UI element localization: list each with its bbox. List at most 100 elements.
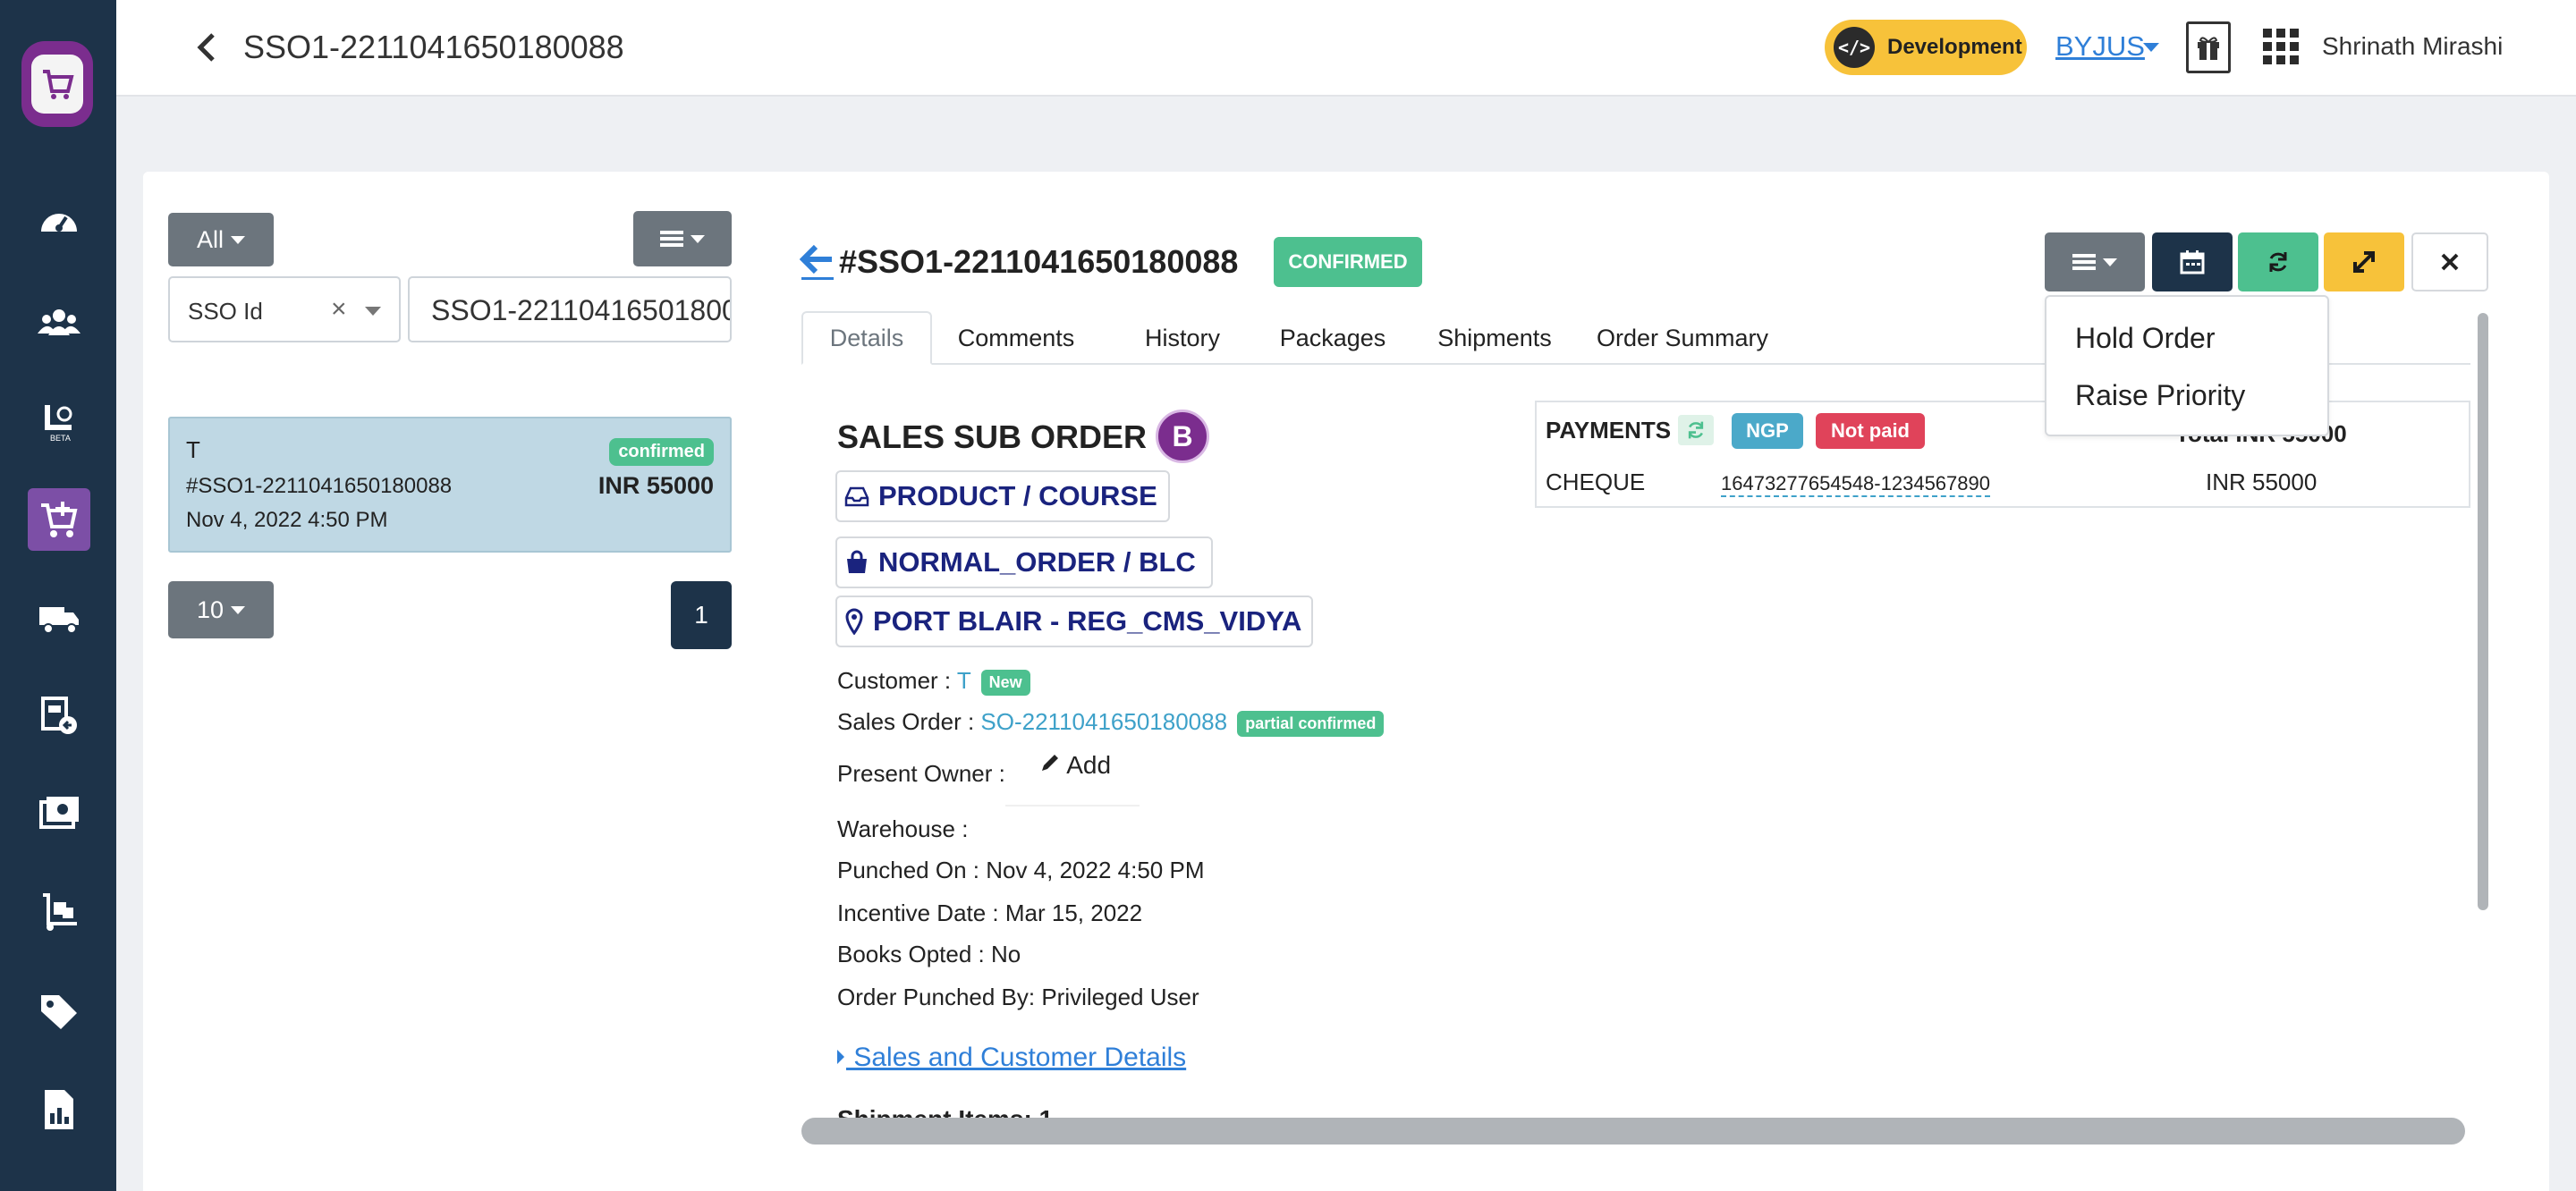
tab-details[interactable]: Details — [801, 311, 932, 365]
owner-divider — [1005, 805, 1140, 807]
svg-text:BETA: BETA — [50, 434, 71, 443]
caret-down-icon[interactable] — [365, 307, 381, 316]
sidebar: BETA — [0, 0, 116, 1191]
calendar-button[interactable] — [2152, 232, 2233, 291]
app-logo[interactable] — [21, 41, 93, 127]
beta-course-icon[interactable]: BETA — [28, 390, 90, 452]
sales-order-status-badge: partial confirmed — [1237, 710, 1385, 737]
back-chevron-icon[interactable] — [188, 27, 224, 68]
tab-packages[interactable]: Packages — [1270, 311, 1395, 365]
order-type-label: NORMAL_ORDER / BLC — [878, 546, 1196, 578]
brand-badge: B — [1156, 410, 1209, 463]
caret-down-icon — [2103, 258, 2117, 266]
section-title: SALES SUB ORDER — [837, 418, 1148, 455]
environment-badge[interactable]: </> Development — [1825, 20, 2027, 75]
warehouse-field: Warehouse : — [837, 815, 969, 842]
customer-field: Customer : T New — [837, 667, 1030, 696]
incentive-date-field: Incentive Date : Mar 15, 2022 — [837, 900, 1143, 926]
status-badge: CONFIRMED — [1274, 237, 1422, 287]
status-badge: confirmed — [609, 438, 714, 466]
sales-order-field: Sales Order : SO-2211041650180088 partia… — [837, 708, 1385, 737]
expand-icon — [2353, 251, 2375, 273]
tab-shipments[interactable]: Shipments — [1428, 311, 1562, 365]
arrow-back-icon[interactable] — [799, 243, 835, 287]
caret-right-icon — [837, 1050, 844, 1064]
close-button[interactable] — [2411, 232, 2488, 291]
cart-icon[interactable] — [28, 488, 90, 551]
tab-history[interactable]: History — [1129, 311, 1236, 365]
actions-menu-button[interactable] — [2045, 232, 2145, 291]
clear-icon[interactable]: × — [331, 294, 347, 325]
order-heading: #SSO1-2211041650180088 — [839, 243, 1239, 280]
inbox-icon — [844, 486, 869, 507]
search-input[interactable]: SSO1-2211041650180088 — [408, 276, 732, 342]
users-icon[interactable] — [28, 291, 90, 354]
order-id: #SSO1-2211041650180088 — [186, 474, 453, 498]
add-owner-button[interactable]: Add — [1039, 751, 1111, 780]
add-label: Add — [1066, 751, 1112, 779]
money-icon[interactable] — [28, 783, 90, 846]
code-icon: </> — [1834, 27, 1875, 68]
hold-order-menu-item[interactable]: Hold Order — [2075, 322, 2216, 355]
shopping-bag-icon — [847, 550, 867, 573]
report-icon[interactable] — [28, 1078, 90, 1141]
expand-button[interactable] — [2324, 232, 2404, 291]
search-field-select[interactable]: SSO Id × — [168, 276, 401, 342]
user-name[interactable]: Shrinath Mirashi — [2322, 32, 2503, 61]
close-icon — [2441, 253, 2459, 271]
org-switcher[interactable]: BYJUS — [2055, 30, 2145, 63]
caret-down-icon[interactable] — [2143, 43, 2159, 52]
calendar-icon — [2180, 250, 2205, 275]
select-value: SSO Id — [188, 298, 263, 325]
gift-icon — [2198, 37, 2219, 60]
payments-table: PAYMENTS NGP Not paid Total INR 55000 CH… — [1535, 401, 2470, 508]
payment-method: CHEQUE — [1546, 469, 1646, 495]
map-marker-icon — [845, 608, 863, 635]
order-amount: INR 55000 — [597, 472, 714, 499]
payment-status-badge: Not paid — [1816, 413, 1925, 449]
books-opted-field: Books Opted : No — [837, 941, 1021, 967]
sales-customer-details-link[interactable]: Sales and Customer Details — [835, 1043, 1186, 1073]
all-filter-button[interactable]: All — [168, 213, 274, 266]
customer-link[interactable]: T — [957, 667, 970, 694]
customer-new-badge: New — [980, 669, 1030, 696]
tag-icon[interactable] — [28, 980, 90, 1043]
order-type-tag: NORMAL_ORDER / BLC — [835, 536, 1213, 588]
location-tag: PORT BLAIR - REG_CMS_VIDYA — [835, 596, 1313, 647]
order-date: Nov 4, 2022 4:50 PM — [186, 508, 388, 532]
payments-refresh-button[interactable] — [1678, 415, 1714, 445]
delivery-truck-icon[interactable] — [28, 587, 90, 649]
bars-icon — [2072, 254, 2096, 270]
environment-label: Development — [1887, 35, 2022, 59]
order-customer: T — [186, 436, 200, 463]
refresh-icon — [1688, 421, 1704, 439]
tab-comments[interactable]: Comments — [953, 311, 1079, 365]
tab-order-summary[interactable]: Order Summary — [1589, 311, 1776, 365]
raise-priority-menu-item[interactable]: Raise Priority — [2075, 379, 2245, 412]
vertical-scrollbar[interactable] — [2478, 313, 2488, 910]
details-link-label: Sales and Customer Details — [846, 1043, 1187, 1072]
page-title: SSO1-2211041650180088 — [243, 29, 624, 65]
pencil-icon — [1042, 755, 1058, 771]
payment-reference[interactable]: 16473277654548-1234567890 — [1721, 472, 1990, 497]
dolly-icon[interactable] — [28, 882, 90, 944]
list-menu-button[interactable] — [633, 211, 732, 266]
sales-order-link[interactable]: SO-2211041650180088 — [980, 708, 1227, 735]
dashboard-icon[interactable] — [28, 193, 90, 256]
gift-button[interactable] — [2186, 21, 2231, 73]
payments-title: PAYMENTS — [1546, 417, 1672, 443]
box-return-icon[interactable] — [28, 685, 90, 748]
location-label: PORT BLAIR - REG_CMS_VIDYA — [873, 605, 1302, 637]
punched-by-field: Order Punched By: Privileged User — [837, 984, 1199, 1010]
page-size-button[interactable]: 10 — [168, 581, 274, 638]
list-item[interactable]: T confirmed #SSO1-2211041650180088 INR 5… — [168, 417, 732, 553]
page-button[interactable]: 1 — [671, 581, 732, 649]
punched-on-field: Punched On : Nov 4, 2022 4:50 PM — [837, 857, 1205, 883]
sales-order-label: Sales Order : — [837, 708, 975, 735]
top-bar: SSO1-2211041650180088 </> Development BY… — [116, 0, 2576, 97]
horizontal-scrollbar[interactable] — [801, 1118, 2465, 1145]
page-size-label: 10 — [196, 596, 225, 623]
apps-grid-icon[interactable] — [2263, 29, 2299, 64]
refresh-button[interactable] — [2238, 232, 2318, 291]
product-tag: PRODUCT / COURSE — [835, 470, 1170, 522]
